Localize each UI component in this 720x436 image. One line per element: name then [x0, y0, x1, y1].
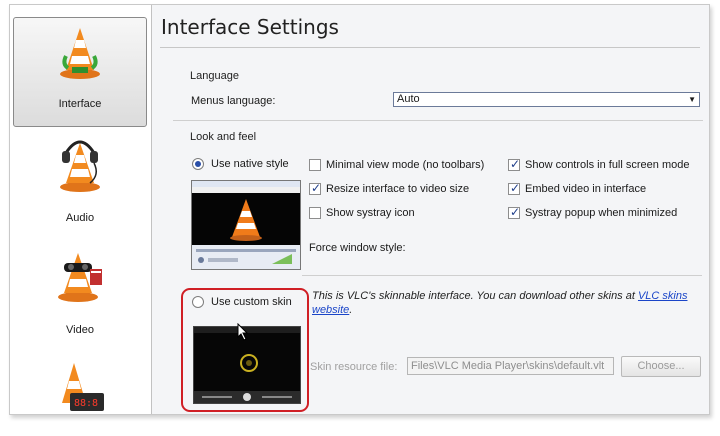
look-feel-divider	[173, 120, 703, 121]
checkbox-label: Embed video in interface	[525, 183, 647, 195]
skin-divider	[302, 275, 702, 276]
skin-description: This is VLC's skinnable interface. You c…	[312, 289, 692, 317]
sidebar-item-label: Video	[66, 324, 94, 336]
checkbox-label: Resize interface to video size	[326, 183, 470, 195]
divider	[160, 47, 700, 48]
menus-language-select[interactable]: Auto ▼	[393, 92, 700, 107]
native-style-radio[interactable]	[192, 158, 204, 170]
choose-button[interactable]: Choose...	[621, 356, 701, 377]
checkbox-label: Systray popup when minimized	[525, 207, 678, 219]
menus-language-value: Auto	[397, 93, 420, 105]
check-icon: ✓	[510, 157, 521, 171]
main-panel: Interface Settings Language Menus langua…	[152, 5, 709, 414]
vlc-cone-icon	[60, 28, 100, 79]
native-style-preview	[191, 180, 301, 270]
sidebar-item-audio[interactable]: Audio	[13, 131, 147, 231]
checkbox-label: Show controls in full screen mode	[525, 159, 690, 171]
embed-video-checkbox[interactable]: ✓	[508, 181, 521, 195]
resize-interface-checkbox[interactable]: ✓	[309, 181, 322, 195]
radio-selected-dot	[195, 161, 201, 167]
systray-popup-checkbox[interactable]: ✓	[508, 205, 521, 219]
force-window-style-label: Force window style:	[309, 242, 406, 254]
native-style-label: Use native style	[211, 158, 289, 170]
sidebar-item-interface[interactable]: Interface	[13, 17, 147, 127]
vlc-cone-clock-icon: 88:8	[62, 363, 104, 411]
dropdown-arrow-icon: ▼	[688, 95, 696, 104]
language-section-title: Language	[190, 70, 239, 82]
check-icon: ✓	[510, 181, 521, 195]
systray-icon-checkbox[interactable]	[309, 207, 321, 219]
checkbox-label: Show systray icon	[326, 207, 415, 219]
highlight-box	[181, 288, 309, 412]
minimal-view-checkbox[interactable]	[309, 159, 321, 171]
sidebar: Interface Audio Video 88:8	[10, 5, 152, 414]
page-title: Interface Settings	[161, 15, 339, 39]
skin-description-text: This is VLC's skinnable interface. You c…	[312, 290, 638, 302]
skin-resource-field[interactable]: Files\VLC Media Player\skins\default.vlt	[407, 357, 614, 375]
native-player-preview-image	[192, 181, 300, 269]
fullscreen-controls-checkbox[interactable]: ✓	[508, 157, 521, 171]
sidebar-item-video[interactable]: Video	[13, 243, 147, 343]
sidebar-item-label: Audio	[65, 212, 95, 224]
check-icon: ✓	[311, 181, 322, 195]
checkbox-label: Minimal view mode (no toolbars)	[326, 159, 485, 171]
vlc-cone-video-icon	[58, 253, 102, 302]
menus-language-label: Menus language:	[191, 95, 276, 107]
sidebar-item-label: Interface	[58, 98, 102, 110]
skin-resource-label: Skin resource file:	[310, 361, 398, 373]
look-feel-section-title: Look and feel	[190, 131, 257, 143]
svg-text:88:8: 88:8	[74, 398, 98, 409]
skin-description-end: .	[349, 304, 353, 316]
vlc-cone-headphones-icon	[60, 140, 100, 192]
check-icon: ✓	[510, 205, 521, 219]
sidebar-item-more[interactable]: 88:8	[13, 357, 147, 414]
preferences-window: Interface Audio Video 88:8 Interface Set…	[9, 4, 710, 415]
